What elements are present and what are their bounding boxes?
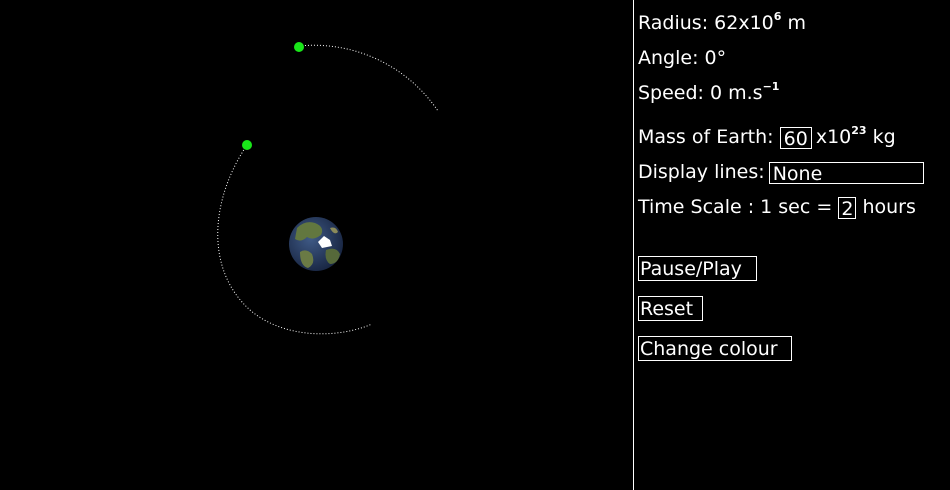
speed-label: Speed: 0 m.s — [638, 82, 763, 104]
mass-input[interactable]: 60 — [779, 126, 812, 150]
display-lines-select[interactable]: None — [768, 161, 924, 185]
change-colour-button[interactable]: Change colour — [638, 336, 792, 361]
mass-exponent: 23 — [851, 123, 867, 137]
earth-globe-icon — [289, 217, 343, 271]
orbit-trail-outer — [298, 44, 439, 112]
panel-divider — [633, 0, 634, 490]
satellite-inner[interactable] — [242, 140, 252, 150]
mass-control: Mass of Earth: 60 x1023 kg — [638, 123, 896, 150]
time-scale-input[interactable]: 2 — [838, 196, 857, 220]
mass-suffix: x10 — [815, 126, 852, 148]
time-scale-unit: hours — [862, 196, 916, 218]
radius-readout: Radius: 62x106 m — [638, 9, 806, 34]
mass-label: Mass of Earth: — [638, 126, 774, 148]
display-lines-control: Display lines: None — [638, 161, 924, 185]
display-lines-label: Display lines: — [638, 161, 765, 183]
control-panel: Radius: 62x106 m Angle: 0° Speed: 0 m.s−… — [638, 0, 948, 490]
radius-label: Radius: 62x10 — [638, 12, 774, 34]
time-scale-label: Time Scale : 1 sec = — [638, 196, 833, 218]
reset-button[interactable]: Reset — [638, 296, 703, 321]
satellite-outer[interactable] — [294, 42, 304, 52]
time-scale-control: Time Scale : 1 sec = 2 hours — [638, 196, 916, 220]
angle-label: Angle: 0° — [638, 47, 727, 69]
speed-readout: Speed: 0 m.s−1 — [638, 79, 780, 104]
angle-readout: Angle: 0° — [638, 47, 726, 69]
radius-exponent: 6 — [773, 9, 782, 23]
mass-unit: kg — [866, 126, 896, 148]
radius-unit: m — [781, 12, 806, 34]
pause-play-button[interactable]: Pause/Play — [638, 256, 757, 281]
speed-exponent: −1 — [762, 79, 780, 93]
orbit-simulation-canvas[interactable] — [0, 0, 633, 490]
